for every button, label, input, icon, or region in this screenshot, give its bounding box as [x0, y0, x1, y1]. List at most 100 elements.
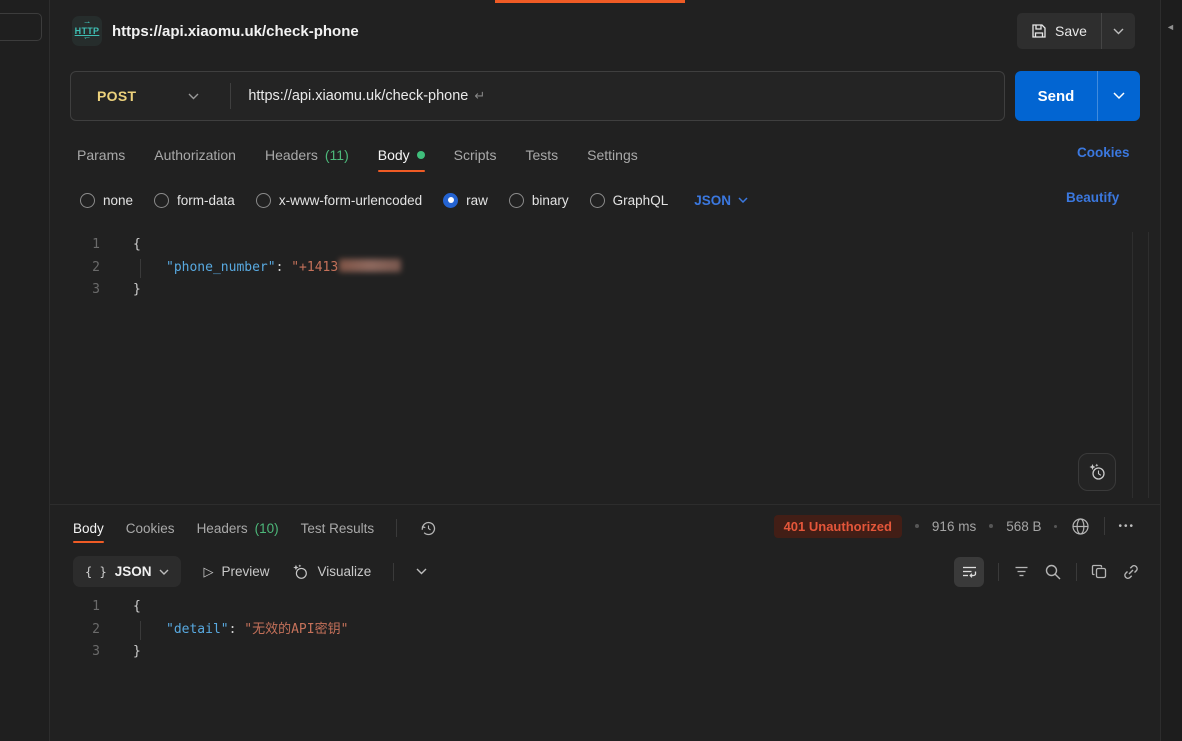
tab-label: Params: [77, 147, 125, 163]
headers-count-badge: (11): [325, 147, 349, 163]
radio-icon: [80, 193, 95, 208]
format-label: JSON: [115, 564, 152, 579]
code-line: 1 {: [62, 234, 1132, 257]
language-label: JSON: [694, 193, 731, 208]
resp-tab-test-results[interactable]: Test Results: [301, 521, 375, 536]
tab-label: Tests: [525, 147, 558, 163]
copy-response-button[interactable]: [1091, 563, 1108, 580]
sidebar-collapsed-box[interactable]: [0, 13, 42, 41]
response-history-button[interactable]: [419, 519, 438, 538]
url-input[interactable]: https://api.xiaomu.uk/check-phone: [248, 88, 468, 104]
radio-label: none: [103, 193, 133, 208]
request-response-divider[interactable]: [50, 504, 1160, 505]
save-floppy-icon: [1031, 23, 1047, 39]
response-options-button[interactable]: •••: [1118, 521, 1135, 532]
response-meta: 401 Unauthorized 916 ms 568 B •••: [774, 512, 1135, 540]
code-text: }: [112, 641, 141, 664]
status-badge[interactable]: 401 Unauthorized: [774, 515, 902, 538]
resp-tab-headers[interactable]: Headers (10): [197, 521, 279, 536]
resp-tab-cookies[interactable]: Cookies: [126, 521, 175, 536]
network-info-button[interactable]: [1070, 516, 1091, 537]
filter-button[interactable]: [1013, 563, 1030, 580]
request-tabs: Params Authorization Headers (11) Body Sc…: [77, 139, 638, 171]
cookies-link[interactable]: Cookies: [1077, 145, 1130, 160]
response-format-dropdown[interactable]: { } JSON: [73, 556, 181, 587]
share-link-button[interactable]: [1122, 563, 1140, 581]
send-button[interactable]: Send: [1015, 88, 1097, 105]
divider: [396, 519, 397, 537]
radio-label: x-www-form-urlencoded: [279, 193, 422, 208]
collapse-panel-arrow-icon[interactable]: ◄: [1166, 22, 1175, 32]
radio-label: binary: [532, 193, 569, 208]
url-bar: POST https://api.xiaomu.uk/check-phone ↵: [70, 71, 1005, 121]
radio-label: form-data: [177, 193, 235, 208]
line-number: 1: [62, 234, 112, 257]
language-dropdown[interactable]: JSON: [694, 193, 748, 208]
beautify-link[interactable]: Beautify: [1066, 190, 1119, 205]
send-button-group: Send: [1015, 71, 1140, 121]
tab-label: Authorization: [154, 147, 236, 163]
preview-button[interactable]: ▷ Preview: [203, 564, 269, 580]
braces-icon: { }: [85, 565, 107, 579]
postbot-button[interactable]: [1078, 453, 1116, 491]
tab-settings[interactable]: Settings: [587, 147, 638, 163]
arrow-left-icon: ↽: [84, 36, 90, 41]
wrap-text-button[interactable]: [954, 557, 984, 587]
copy-icon: [1091, 563, 1108, 580]
wrap-text-icon: [961, 563, 978, 580]
chevron-down-icon: [188, 93, 199, 100]
divider: [998, 563, 999, 581]
filter-icon: [1013, 563, 1030, 580]
search-response-button[interactable]: [1044, 563, 1062, 581]
tab-label: Body: [378, 147, 410, 163]
body-type-urlencoded[interactable]: x-www-form-urlencoded: [256, 193, 422, 208]
response-tabs: Body Cookies Headers (10) Test Results: [73, 513, 438, 543]
response-time[interactable]: 916 ms: [932, 519, 976, 534]
body-modified-dot-icon: [417, 151, 425, 159]
body-type-form-data[interactable]: form-data: [154, 193, 235, 208]
request-body-editor[interactable]: 1 { 2 "phone_number": "+1413 3 }: [62, 234, 1132, 302]
chevron-down-icon: [159, 569, 169, 575]
tab-label: Headers: [265, 147, 318, 163]
method-dropdown-button[interactable]: [188, 93, 199, 100]
code-line: 3 }: [62, 279, 1132, 302]
save-dropdown-button[interactable]: [1102, 13, 1135, 49]
tab-label: Headers: [197, 521, 248, 536]
tab-authorization[interactable]: Authorization: [154, 147, 236, 163]
save-button[interactable]: Save: [1017, 13, 1101, 49]
more-formats-chevron-icon[interactable]: [416, 568, 427, 575]
response-size[interactable]: 568 B: [1006, 519, 1041, 534]
chevron-down-icon: [1113, 92, 1125, 100]
code-text: {: [112, 234, 141, 257]
tab-body[interactable]: Body: [378, 147, 425, 163]
body-type-graphql[interactable]: GraphQL: [590, 193, 669, 208]
method-selector[interactable]: POST: [71, 88, 136, 104]
globe-icon: [1070, 516, 1091, 537]
url-divider: [230, 83, 231, 109]
tab-tests[interactable]: Tests: [525, 147, 558, 163]
radio-label: GraphQL: [613, 193, 669, 208]
dot-separator: [989, 524, 993, 528]
code-line: 3 }: [62, 641, 1132, 664]
radio-selected-icon: [443, 193, 458, 208]
visualize-button[interactable]: Visualize: [291, 563, 371, 581]
response-body-viewer[interactable]: 1 { 2 "detail": "无效的API密钥" 3 }: [62, 596, 1132, 664]
visualize-label: Visualize: [317, 564, 371, 579]
link-icon: [1122, 563, 1140, 581]
tab-scripts[interactable]: Scripts: [454, 147, 497, 163]
body-type-none[interactable]: none: [80, 193, 133, 208]
play-icon: ▷: [203, 564, 213, 580]
preview-label: Preview: [221, 564, 269, 579]
send-dropdown-button[interactable]: [1098, 92, 1140, 100]
line-number: 3: [62, 279, 112, 302]
radio-icon: [154, 193, 169, 208]
tab-headers[interactable]: Headers (11): [265, 147, 349, 163]
tab-params[interactable]: Params: [77, 147, 125, 163]
headers-count-badge: (10): [255, 521, 279, 536]
editor-scroll-gutter: [1132, 232, 1133, 498]
body-type-binary[interactable]: binary: [509, 193, 569, 208]
resp-tab-body[interactable]: Body: [73, 521, 104, 536]
tab-label: Test Results: [301, 521, 375, 536]
app-root: { "header": { "http_badge": "HTTP", "req…: [0, 0, 1182, 741]
body-type-raw[interactable]: raw: [443, 193, 488, 208]
